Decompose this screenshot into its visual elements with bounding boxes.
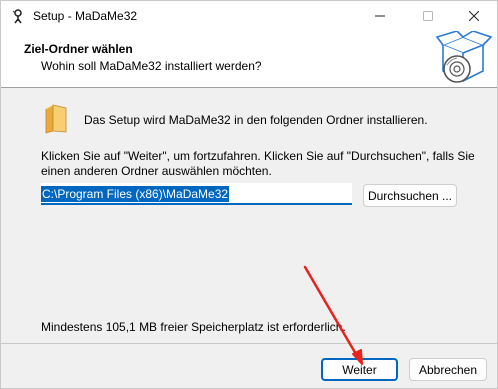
install-path-value: C:\Program Files (x86)\MaDaMe32 (41, 186, 230, 202)
window-title: Setup - MaDaMe32 (33, 9, 138, 23)
close-icon (469, 11, 479, 21)
maximize-icon (423, 11, 433, 21)
header-separator (1, 87, 497, 88)
install-path-input[interactable]: C:\Program Files (x86)\MaDaMe32 (41, 183, 352, 205)
maximize-button[interactable] (405, 1, 451, 31)
footer-separator (1, 343, 497, 344)
minimize-button[interactable] (357, 1, 403, 31)
title-bar[interactable]: Setup - MaDaMe32 (1, 1, 497, 31)
setup-app-icon (12, 9, 22, 24)
page-title: Ziel-Ordner wählen (24, 42, 133, 56)
install-box-icon (435, 31, 493, 83)
close-button[interactable] (451, 1, 497, 31)
disk-space-note: Mindestens 105,1 MB freier Speicherplatz… (41, 320, 346, 334)
browse-button[interactable]: Durchsuchen ... (363, 184, 457, 207)
next-button[interactable]: Weiter (321, 358, 398, 381)
wizard-header: Ziel-Ordner wählen Wohin soll MaDaMe32 i… (1, 31, 497, 87)
instructions-text: Klicken Sie auf "Weiter", um fortzufahre… (41, 149, 475, 178)
page-subtitle: Wohin soll MaDaMe32 installiert werden? (41, 59, 262, 73)
intro-text: Das Setup wird MaDaMe32 in den folgenden… (84, 113, 428, 127)
cancel-button[interactable]: Abbrechen (409, 358, 487, 381)
minimize-icon (375, 15, 385, 17)
folder-icon (45, 104, 67, 134)
setup-window: Setup - MaDaMe32 Ziel-Ordner wählen Wohi… (0, 0, 498, 389)
